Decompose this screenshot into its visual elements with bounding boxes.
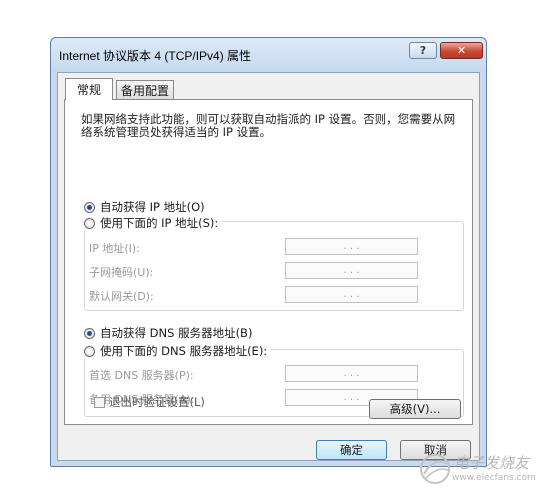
- radio-unselected-icon: [84, 217, 95, 229]
- watermark-url: www.elecfans.com: [452, 473, 536, 483]
- general-tab-panel: 如果网络支持此功能，则可以获取自动指派的 IP 设置。否则，您需要从网络系统管理…: [64, 99, 473, 425]
- default-gateway-label: 默认网关(D):: [89, 290, 154, 303]
- title-bar[interactable]: Internet 协议版本 4 (TCP/IPv4) 属性 ? ✕: [51, 38, 486, 72]
- manual-ip-radio[interactable]: 使用下面的 IP 地址(S):: [84, 215, 223, 231]
- radio-selected-icon: [84, 201, 95, 213]
- watermark-text: 电子发烧友: [454, 454, 530, 472]
- subnet-mask-label: 子网掩码(U):: [89, 266, 154, 279]
- tab-alternate-label: 备用配置: [120, 84, 169, 98]
- manual-dns-label: 使用下面的 DNS 服务器地址(E):: [100, 344, 268, 358]
- tab-general[interactable]: 常规: [65, 78, 113, 100]
- manual-ip-label: 使用下面的 IP 地址(S):: [100, 216, 219, 230]
- auto-ip-radio[interactable]: 自动获得 IP 地址(O): [84, 199, 209, 215]
- close-button[interactable]: ✕: [440, 42, 483, 59]
- description-text: 如果网络支持此功能，则可以获取自动指派的 IP 设置。否则，您需要从网络系统管理…: [81, 112, 456, 139]
- auto-dns-label: 自动获得 DNS 服务器地址(B): [100, 326, 253, 340]
- ip-address-label: IP 地址(I):: [89, 242, 140, 255]
- help-button[interactable]: ?: [409, 42, 437, 59]
- radio-unselected-icon: [84, 345, 95, 357]
- help-icon: ?: [419, 44, 427, 57]
- default-gateway-input[interactable]: . . .: [285, 286, 418, 303]
- subnet-mask-input[interactable]: . . .: [285, 262, 418, 279]
- ip-address-input[interactable]: . . .: [285, 238, 418, 255]
- tcpip-properties-dialog: Internet 协议版本 4 (TCP/IPv4) 属性 ? ✕ 常规 备用配…: [50, 37, 487, 467]
- tab-alternate-configuration[interactable]: 备用配置: [116, 80, 174, 100]
- validate-on-exit-label: 退出时验证设置(L): [109, 395, 205, 409]
- preferred-dns-label: 首选 DNS 服务器(P):: [89, 369, 194, 382]
- watermark: 电子发烧友 www.elecfans.com: [418, 452, 543, 492]
- ok-button[interactable]: 确定: [316, 440, 387, 460]
- checkbox-icon: [94, 396, 105, 408]
- auto-dns-radio[interactable]: 自动获得 DNS 服务器地址(B): [84, 325, 257, 341]
- preferred-dns-input[interactable]: . . .: [285, 365, 418, 382]
- advanced-button[interactable]: 高级(V)...: [369, 399, 461, 419]
- elecfans-logo-icon: [420, 454, 450, 484]
- tab-general-label: 常规: [76, 83, 101, 97]
- window-title: Internet 协议版本 4 (TCP/IPv4) 属性: [59, 49, 252, 63]
- manual-dns-radio[interactable]: 使用下面的 DNS 服务器地址(E):: [84, 343, 272, 359]
- radio-selected-icon: [84, 327, 95, 339]
- auto-ip-label: 自动获得 IP 地址(O): [100, 200, 205, 214]
- validate-on-exit-checkbox[interactable]: 退出时验证设置(L): [94, 394, 205, 410]
- close-icon: ✕: [456, 44, 467, 57]
